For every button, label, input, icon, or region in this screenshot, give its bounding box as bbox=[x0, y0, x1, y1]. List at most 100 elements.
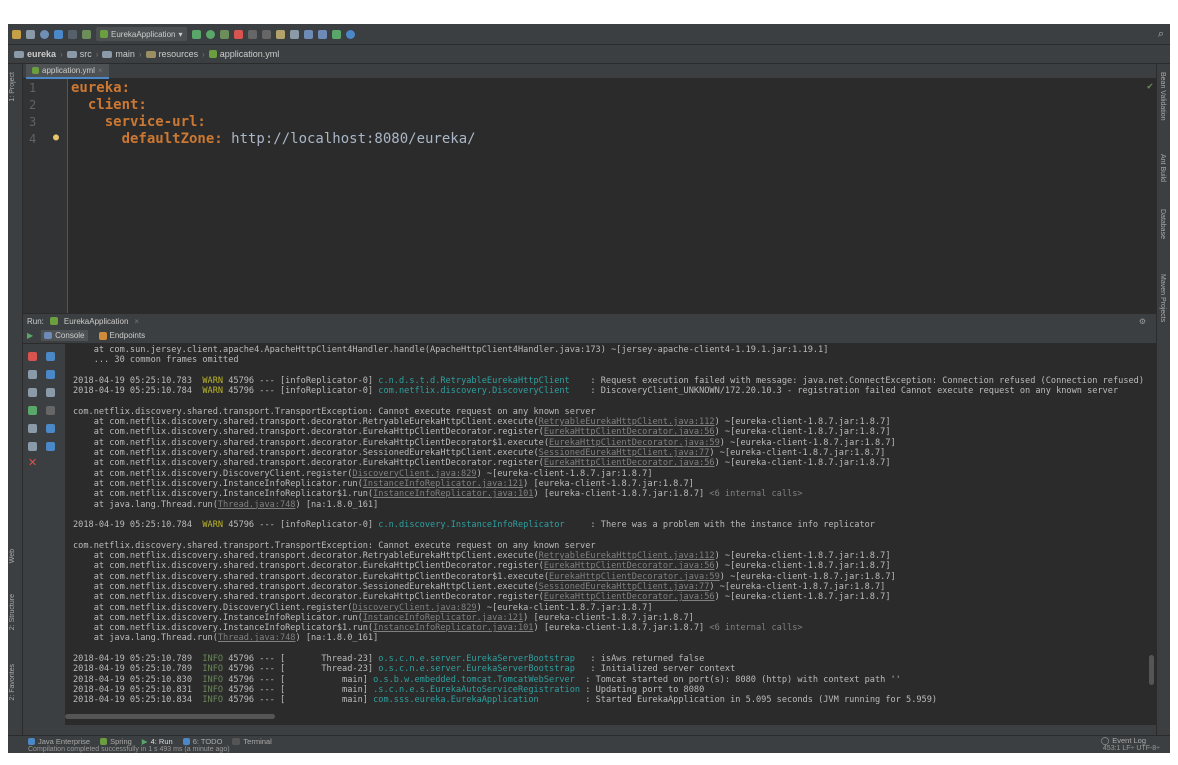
editor-tab-application-yml[interactable]: application.yml × bbox=[26, 64, 109, 79]
console-line: at com.netflix.discovery.shared.transpor… bbox=[73, 561, 891, 571]
source-link[interactable]: Thread.java:748 bbox=[218, 500, 296, 510]
console-text: at com.sun.jersey.client.apache4.ApacheH… bbox=[73, 345, 829, 355]
web-tool-tab[interactable]: Web bbox=[9, 549, 16, 563]
breadcrumb-resources[interactable]: resources bbox=[145, 49, 198, 59]
source-link[interactable]: EurekaHttpClientDecorator.java:59 bbox=[549, 438, 720, 448]
run-icon[interactable] bbox=[191, 29, 201, 39]
source-link[interactable]: RetryableEurekaHttpClient.java:112 bbox=[539, 417, 715, 427]
console-text: ) ~[eureka-client-1.8.7.jar:1.8.7] bbox=[709, 581, 886, 592]
source-link[interactable]: EurekaHttpClientDecorator.java:56 bbox=[544, 427, 715, 437]
console-text: 2018-04-19 05:25:10.789 bbox=[73, 654, 203, 664]
coffee-icon[interactable] bbox=[303, 29, 313, 39]
lightbulb-icon[interactable]: ● bbox=[53, 132, 59, 143]
todo-tab[interactable]: 6: TODO bbox=[182, 737, 222, 746]
ant-build-tool-tab[interactable]: Ant Build bbox=[1159, 154, 1166, 182]
disable-icon[interactable] bbox=[345, 29, 355, 39]
stop-icon[interactable] bbox=[28, 352, 37, 361]
coverage-icon[interactable] bbox=[219, 29, 229, 39]
project-tool-tab[interactable]: 1: Project bbox=[9, 72, 16, 102]
source-link[interactable]: SessionedEurekaHttpClient.java:77 bbox=[539, 582, 710, 592]
source-link[interactable]: EurekaHttpClientDecorator.java:56 bbox=[544, 458, 715, 468]
close-run-icon[interactable]: ✕ bbox=[28, 456, 37, 469]
rerun-icon[interactable]: ▶ bbox=[27, 331, 33, 340]
source-link[interactable]: InstanceInfoReplicator.java:121 bbox=[363, 479, 523, 489]
breadcrumb-project[interactable]: eureka bbox=[14, 49, 56, 59]
structure-tool-tab[interactable]: 2: Structure bbox=[9, 594, 16, 630]
source-link[interactable]: InstanceInfoReplicator.java:101 bbox=[373, 489, 533, 499]
forward-icon[interactable] bbox=[68, 29, 77, 39]
java-enterprise-tab[interactable]: Java Enterprise bbox=[28, 737, 90, 746]
search-everywhere-icon[interactable]: ⌕ bbox=[1158, 28, 1164, 41]
database-tool-tab[interactable]: Database bbox=[1159, 209, 1166, 239]
scroll-down-icon[interactable] bbox=[46, 370, 55, 379]
scroll-up-icon[interactable] bbox=[46, 352, 55, 361]
cursor-position[interactable]: 453:1 LF÷ UTF-8÷ bbox=[1103, 745, 1160, 752]
console-text: at java.lang.Thread.run( bbox=[73, 633, 218, 644]
source-link[interactable]: EurekaHttpClientDecorator.java:56 bbox=[544, 561, 715, 571]
back-icon[interactable] bbox=[54, 29, 63, 39]
database-icon[interactable] bbox=[317, 29, 327, 39]
sdk-icon[interactable] bbox=[289, 29, 299, 39]
console-text: at com.netflix.discovery.shared.transpor… bbox=[73, 417, 539, 428]
layout-icon[interactable] bbox=[28, 424, 37, 433]
scroll-to-end-icon[interactable] bbox=[46, 406, 55, 415]
dump-threads-icon[interactable] bbox=[28, 388, 37, 397]
source-link[interactable]: EurekaHttpClientDecorator.java:56 bbox=[544, 592, 715, 602]
event-log-tab[interactable]: ◯ Event Log bbox=[1101, 736, 1146, 745]
pin-icon[interactable] bbox=[28, 442, 37, 451]
source-link[interactable]: SessionedEurekaHttpClient.java:77 bbox=[539, 448, 710, 458]
run-config-tab[interactable]: EurekaApplication bbox=[64, 317, 128, 326]
source-link[interactable]: InstanceInfoReplicator.java:101 bbox=[373, 623, 533, 633]
breadcrumb-file[interactable]: application.yml bbox=[208, 49, 279, 59]
yaml-file-icon bbox=[208, 50, 217, 58]
console-text: com.netflix.discovery.shared.transport.T… bbox=[73, 406, 596, 417]
breadcrumb-main[interactable]: main bbox=[102, 49, 135, 59]
settings-icon[interactable]: ⚙ bbox=[1139, 317, 1146, 326]
console-vertical-scrollbar[interactable] bbox=[1146, 344, 1156, 725]
breadcrumb-src[interactable]: src bbox=[66, 49, 92, 59]
exit-icon[interactable] bbox=[28, 406, 37, 415]
print-icon[interactable] bbox=[46, 424, 55, 433]
console-horizontal-scrollbar[interactable] bbox=[65, 714, 275, 719]
close-icon[interactable]: × bbox=[98, 66, 103, 75]
open-folder-icon[interactable] bbox=[12, 29, 21, 39]
console-text: INFO bbox=[202, 674, 224, 685]
console-text: 45796 --- [ main] bbox=[223, 674, 374, 685]
debug-icon[interactable] bbox=[205, 29, 215, 39]
run-tab[interactable]: ▶ 4: Run bbox=[142, 737, 173, 746]
clear-all-icon[interactable] bbox=[46, 442, 55, 451]
favorites-tool-tab[interactable]: 2: Favorites bbox=[9, 664, 16, 701]
update-icon[interactable] bbox=[247, 29, 257, 39]
soft-wrap-icon[interactable] bbox=[46, 388, 55, 397]
console-text: at com.netflix.discovery.shared.transpor… bbox=[73, 551, 539, 561]
bean-validation-tool-tab[interactable]: Bean Validation bbox=[1159, 72, 1166, 121]
console-text: : DiscoveryClient_UNKNOWN/172.20.10.3 - … bbox=[569, 386, 1119, 397]
run-configuration-select[interactable]: EurekaApplication ▾ bbox=[96, 27, 187, 41]
source-link[interactable]: Thread.java:748 bbox=[218, 633, 296, 643]
source-link[interactable]: DiscoveryClient.java:829 bbox=[352, 469, 476, 479]
code-editor[interactable]: 1 2 3 4 ● eureka: client: service-url: d… bbox=[23, 79, 1156, 313]
console-line: at com.netflix.discovery.shared.transpor… bbox=[73, 581, 886, 592]
source-link[interactable]: EurekaHttpClientDecorator.java:59 bbox=[549, 572, 720, 582]
source-link[interactable]: DiscoveryClient.java:829 bbox=[352, 603, 476, 613]
source-link[interactable]: InstanceInfoReplicator.java:121 bbox=[363, 613, 523, 623]
project-structure-icon[interactable] bbox=[275, 29, 285, 39]
close-icon[interactable]: × bbox=[134, 317, 139, 326]
sync-icon[interactable] bbox=[40, 29, 49, 39]
scrollbar-thumb[interactable] bbox=[1149, 655, 1154, 685]
console-text: 2018-04-19 05:25:10.784 bbox=[73, 386, 203, 397]
chevron-right-icon: › bbox=[138, 49, 142, 59]
vcs-icon[interactable] bbox=[261, 29, 271, 39]
spring-icon[interactable] bbox=[331, 29, 341, 39]
console-output[interactable]: at com.sun.jersey.client.apache4.ApacheH… bbox=[65, 344, 1146, 725]
stop-icon[interactable] bbox=[233, 29, 243, 39]
pause-icon[interactable] bbox=[28, 370, 37, 379]
maven-projects-tool-tab[interactable]: Maven Projects bbox=[1159, 274, 1166, 322]
source-link[interactable]: RetryableEurekaHttpClient.java:112 bbox=[539, 551, 715, 561]
spring-tab[interactable]: Spring bbox=[100, 737, 132, 746]
build-project-icon[interactable] bbox=[82, 29, 91, 39]
save-all-icon[interactable] bbox=[26, 29, 35, 39]
endpoints-tab[interactable]: Endpoints bbox=[96, 330, 149, 341]
terminal-tab[interactable]: Terminal bbox=[232, 737, 272, 746]
console-tab[interactable]: Console bbox=[41, 330, 88, 341]
